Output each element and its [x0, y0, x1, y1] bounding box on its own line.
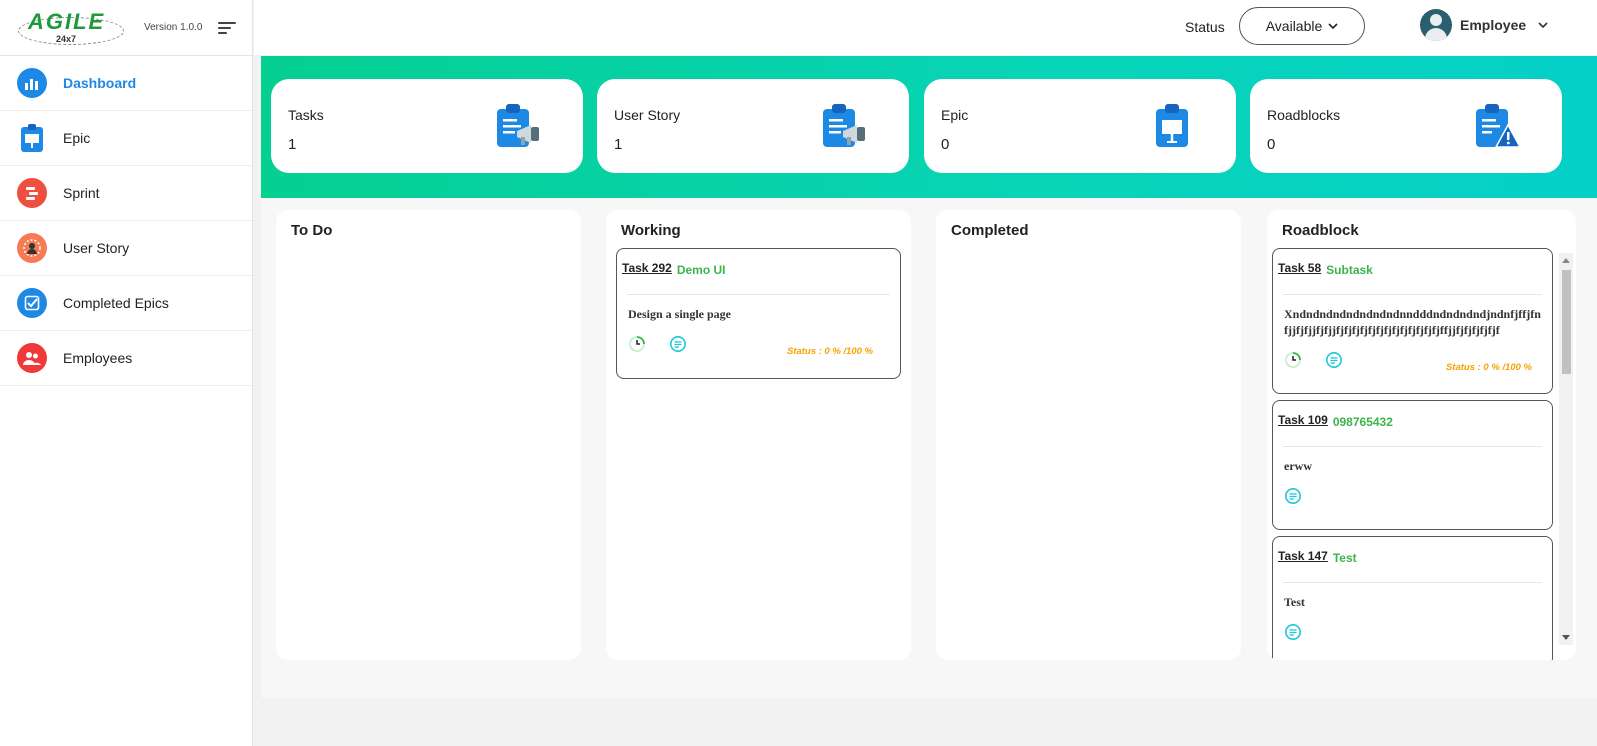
task-tag: Test [1332, 551, 1357, 565]
task-card[interactable]: Task 58 Subtask Xndndndndndndndndnndddnd… [1272, 248, 1553, 394]
sidebar-item-label: Employees [63, 350, 133, 366]
sidebar-item-dashboard[interactable]: Dashboard [0, 56, 252, 111]
avatar [1420, 9, 1452, 41]
stat-value: 1 [614, 136, 623, 153]
stat-card-epic[interactable]: Epic 0 [924, 79, 1236, 173]
stats-banner: Tasks 1 User Story 1 Epic 0 Roadblocks 0 [261, 56, 1597, 198]
task-id-link[interactable]: Task 292 [622, 261, 672, 275]
scroll-up-arrow-icon[interactable] [1562, 258, 1570, 263]
column-todo: To Do [276, 210, 581, 660]
column-completed: Completed [936, 210, 1241, 660]
task-tag: Subtask [1326, 263, 1373, 277]
topbar: Status Available Employee [254, 0, 1597, 55]
sidebar: AGILE 24x7 Version 1.0.0 Dashboard Epic … [0, 0, 253, 746]
sidebar-item-employees[interactable]: Employees [0, 331, 252, 386]
stat-value: 1 [288, 136, 297, 153]
task-id-link[interactable]: Task 147 [1278, 549, 1328, 563]
status-value: Available [1265, 18, 1323, 34]
task-id-link[interactable]: Task 58 [1278, 261, 1321, 275]
brand-bar: AGILE 24x7 Version 1.0.0 [0, 0, 252, 56]
version-label: Version 1.0.0 [144, 22, 203, 33]
sidebar-item-label: Sprint [63, 185, 100, 201]
stat-card-user-story[interactable]: User Story 1 [597, 79, 909, 173]
clipboard-warning-icon [1476, 104, 1522, 148]
stat-value: 0 [1267, 136, 1276, 153]
task-tag: 098765432 [1332, 415, 1393, 429]
sidebar-item-label: Completed Epics [63, 295, 169, 311]
column-title: To Do [291, 222, 333, 239]
sprint-blocks-icon [17, 178, 47, 208]
sidebar-item-label: User Story [63, 240, 130, 256]
stat-title: Tasks [288, 107, 324, 123]
task-description: erww [1284, 459, 1312, 473]
chevron-down-icon [1328, 22, 1338, 29]
task-id-link[interactable]: Task 109 [1278, 413, 1328, 427]
column-working: Working Task 292 Demo UI Design a single… [606, 210, 911, 660]
agile-logo[interactable]: AGILE 24x7 [18, 9, 126, 47]
stat-title: User Story [614, 107, 681, 123]
comment-icon[interactable] [1325, 351, 1343, 369]
clipboard-megaphone-icon [823, 104, 865, 147]
clock-progress-icon[interactable] [628, 335, 646, 353]
board-area: To Do Working Task 292 Demo UI Design a … [261, 198, 1597, 698]
clipboard-presentation-icon [17, 123, 47, 153]
sidebar-item-label: Dashboard [63, 75, 137, 91]
sidebar-item-sprint[interactable]: Sprint [0, 166, 252, 221]
scroll-down-arrow-icon[interactable] [1562, 635, 1570, 640]
user-circle-icon [17, 233, 47, 263]
user-name: Employee [1460, 17, 1527, 33]
task-card[interactable]: Task 147 Test Test [1272, 536, 1553, 660]
column-roadblock: Roadblock Task 58 Subtask Xndndndndndndn… [1267, 210, 1576, 660]
status-dropdown[interactable]: Available [1239, 7, 1365, 45]
stat-title: Roadblocks [1267, 107, 1341, 123]
task-tag: Demo UI [676, 263, 726, 277]
column-title: Completed [951, 222, 1029, 239]
sidebar-item-completed-epics[interactable]: Completed Epics [0, 276, 252, 331]
people-icon [17, 343, 47, 373]
task-description: Design a single page [628, 307, 732, 321]
comment-icon[interactable] [669, 335, 687, 353]
roadblock-scrollbar[interactable] [1559, 253, 1573, 645]
column-title: Roadblock [1282, 222, 1359, 239]
checkbox-icon [17, 288, 47, 318]
task-status: Status : 0 % /100 % [786, 346, 873, 357]
status-label: Status [1185, 19, 1225, 35]
task-description: Test [1284, 595, 1305, 609]
stat-title: Epic [941, 107, 969, 123]
stat-value: 0 [941, 136, 950, 153]
user-menu[interactable]: Employee [1420, 9, 1548, 41]
clipboard-megaphone-icon [497, 104, 539, 147]
comment-icon[interactable] [1284, 487, 1302, 505]
task-card[interactable]: Task 292 Demo UI Design a single page St… [616, 248, 901, 379]
comment-icon[interactable] [1284, 623, 1302, 641]
chart-bars-icon [17, 68, 47, 98]
task-card[interactable]: Task 109 098765432 erww [1272, 400, 1553, 530]
stat-card-roadblocks[interactable]: Roadblocks 0 [1250, 79, 1562, 173]
column-title: Working [621, 222, 681, 239]
task-description: Xndndndndndndndndnndddndndndndjndnfjffjf… [1284, 307, 1541, 337]
stat-card-tasks[interactable]: Tasks 1 [271, 79, 583, 173]
sidebar-item-label: Epic [63, 130, 91, 146]
sidebar-item-epic[interactable]: Epic [0, 111, 252, 166]
chevron-down-icon [1538, 21, 1548, 28]
clock-progress-icon[interactable] [1284, 351, 1302, 369]
clipboard-presentation-icon [1156, 104, 1188, 147]
scroll-thumb[interactable] [1562, 270, 1571, 374]
sidebar-item-user-story[interactable]: User Story [0, 221, 252, 276]
menu-toggle-icon[interactable] [218, 19, 238, 37]
task-status: Status : 0 % /100 % [1445, 362, 1532, 373]
